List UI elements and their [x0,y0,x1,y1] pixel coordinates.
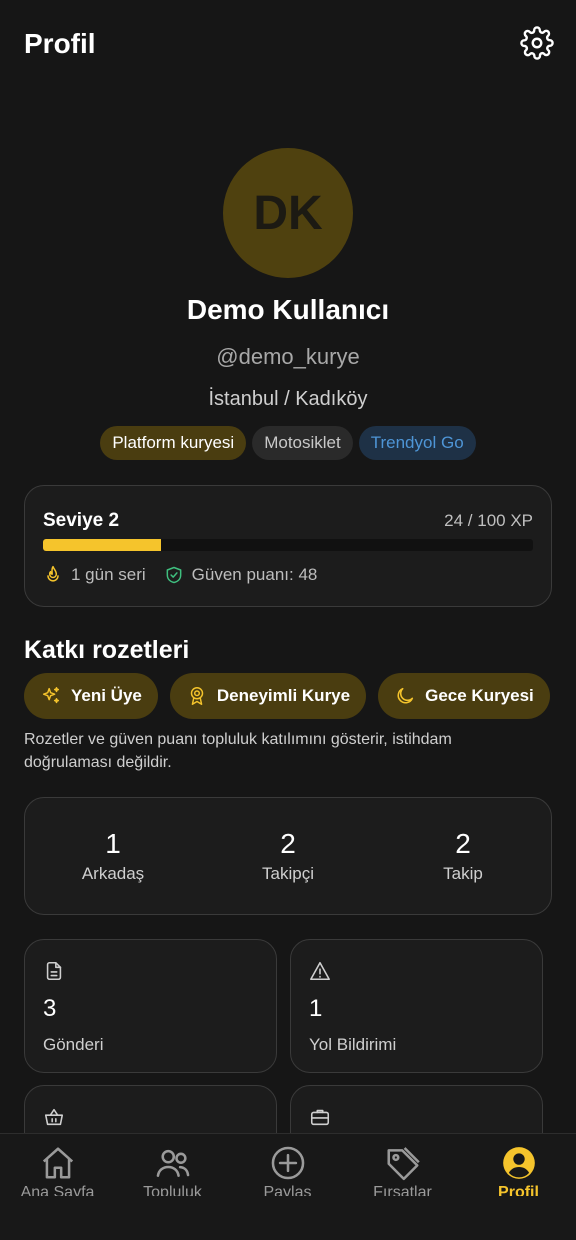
level-meta: 1 gün seri Güven puanı: 48 [43,565,317,585]
tag-icon [386,1147,420,1181]
badges-disclaimer: Rozetler ve güven puanı topluluk katılım… [24,731,452,771]
users-icon [156,1149,189,1177]
avatar-initials: DK [253,186,323,240]
tag-company: Trendyol Go [358,426,476,460]
friends-count: 1 [105,828,121,859]
badges-title: Katkı rozetleri [24,636,190,664]
badge-new-member[interactable]: Yeni Üye [24,673,158,719]
badge-label: Deneyimli Kurye [216,686,351,705]
following-count: 2 [455,828,471,859]
xp-progress-fill [43,539,161,551]
road-reports-count: 1 [309,995,323,1022]
badge-night-courier[interactable]: Gece Kuryesi [378,673,550,719]
followers-count: 2 [280,828,296,859]
page-title: Profil [24,28,96,59]
followers-stat[interactable]: 2 Takipçi [213,828,363,884]
document-icon [46,961,62,981]
tag-platform: Platform kuryesi [100,426,247,460]
basket-icon [44,1108,64,1126]
briefcase-icon [310,1109,330,1126]
followers-label: Takipçi [262,864,314,883]
home-icon [42,1147,73,1179]
profile-handle: @demo_kurye [216,344,360,369]
badge-label: Yeni Üye [71,686,142,705]
social-stats-card: 1 Arkadaş 2 Takipçi 2 Takip [24,797,552,915]
sparkles-icon [42,687,60,704]
tag-vehicle: Motosiklet [252,426,353,460]
streak-label: 1 gün seri [71,565,146,584]
friends-stat[interactable]: 1 Arkadaş [38,828,188,884]
following-stat[interactable]: 2 Takip [388,828,538,884]
badge-label: Gece Kuryesi [425,686,534,705]
trust-score-label: Güven puanı: 48 [191,565,318,584]
profile-screen: Profil DK Demo Kullanıcı @demo_kurye İst… [0,0,576,1240]
xp-progress-bar [43,539,533,551]
posts-tile[interactable]: 3 Gönderi [24,939,277,1073]
flame-icon [47,565,59,582]
friends-label: Arkadaş [81,864,145,883]
shield-check-icon [166,566,182,584]
following-label: Takip [443,864,483,883]
xp-label: 24 / 100 XP [444,511,533,530]
gear-icon[interactable] [520,26,554,60]
level-label: Seviye 2 [43,510,120,531]
user-circle-icon [502,1147,535,1179]
posts-count: 3 [43,995,57,1022]
profile-tags: Platform kuryesi Motosiklet Trendyol Go [0,426,576,460]
plus-circle-icon [271,1146,304,1180]
road-reports-tile[interactable]: 1 Yol Bildirimi [290,939,543,1073]
badge-list: Yeni Üye Deneyimli Kurye Gece Kuryesi [24,673,550,719]
level-card: Seviye 2 24 / 100 XP 1 gün seri Güven pu… [24,485,552,607]
profile-name: Demo Kullanıcı [186,294,390,325]
warning-icon [310,961,330,981]
header: Profil [0,0,576,90]
award-icon [190,687,204,705]
profile-location: İstanbul / Kadıköy [208,388,368,410]
avatar[interactable]: DK [223,148,353,278]
posts-label: Gönderi [43,1035,104,1054]
badge-experienced-courier[interactable]: Deneyimli Kurye [169,673,367,719]
moon-icon [397,687,414,704]
system-gesture-area [0,1196,576,1240]
road-reports-label: Yol Bildirimi [309,1035,397,1054]
